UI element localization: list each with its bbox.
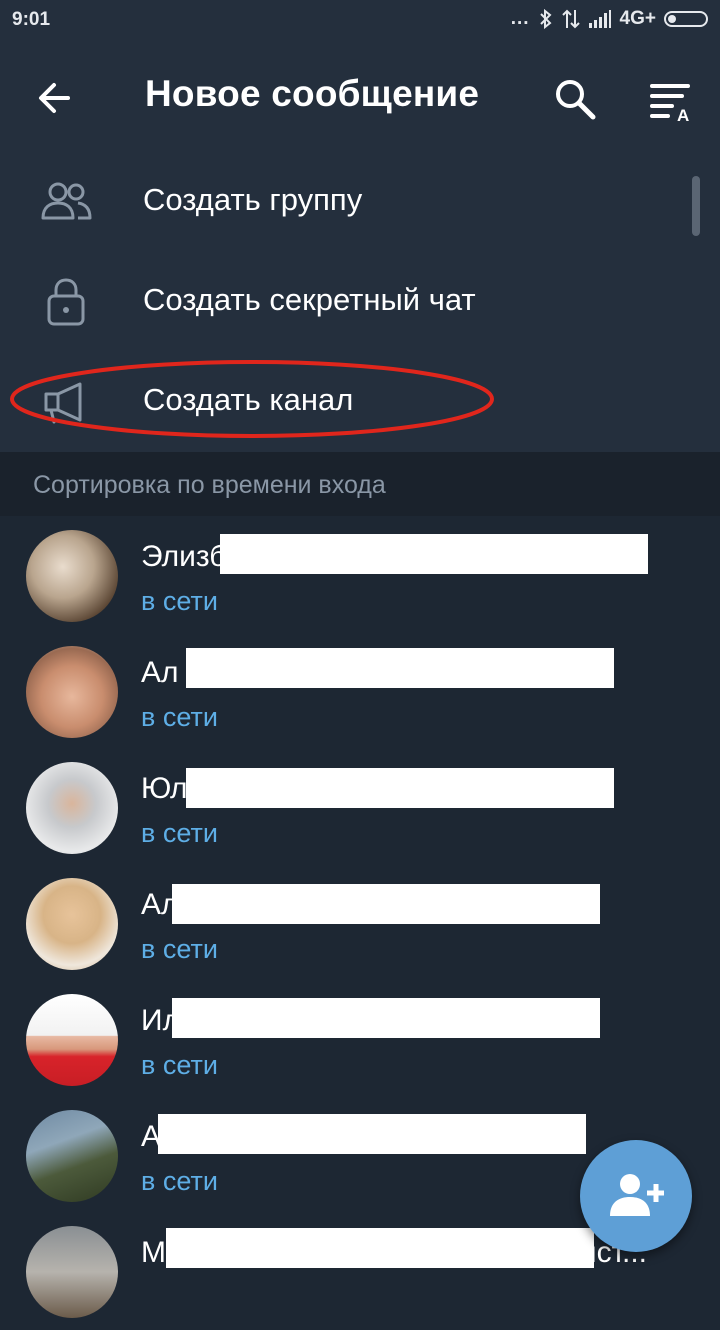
avatar [26, 1110, 118, 1202]
create-menu: Создать группу Создать секретный чат Соз… [0, 152, 720, 452]
avatar [26, 762, 118, 854]
redaction-box [172, 998, 600, 1038]
contact-status: в сети [141, 818, 218, 848]
sort-section-label: Сортировка по времени входа [33, 471, 386, 499]
contact-row[interactable]: Юл в сети [0, 750, 720, 866]
redaction-box [166, 1228, 594, 1268]
contact-row[interactable]: Ал в сети [0, 866, 720, 982]
scrollbar[interactable] [692, 176, 700, 236]
avatar [26, 646, 118, 738]
redaction-box [186, 768, 614, 808]
create-group-item[interactable]: Создать группу [0, 152, 720, 252]
create-channel-item[interactable]: Создать канал [0, 352, 720, 452]
megaphone-icon [44, 382, 82, 424]
add-contact-button[interactable] [580, 1140, 692, 1252]
contact-status: в сети [141, 702, 218, 732]
contact-status: в сети [141, 934, 218, 964]
contact-row[interactable]: Ил в сети [0, 982, 720, 1098]
status-icons: ... 4G+ [511, 8, 708, 30]
avatar [26, 878, 118, 970]
sort-alpha-icon[interactable]: A [646, 78, 696, 122]
add-contact-icon [610, 1174, 664, 1216]
contact-row[interactable]: Ал в сети [0, 634, 720, 750]
contact-row[interactable]: Элизб в сети [0, 518, 720, 634]
contact-name: Ал [141, 656, 179, 689]
redaction-box [186, 648, 614, 688]
redaction-box [220, 534, 648, 574]
bluetooth-icon [539, 8, 552, 30]
status-bar: 9:01 ... 4G+ [0, 0, 720, 40]
battery-icon [664, 11, 708, 27]
group-icon [41, 182, 92, 220]
redaction-box [158, 1114, 586, 1154]
svg-text:A: A [677, 106, 689, 122]
contact-name: Юл [141, 772, 188, 805]
avatar [26, 994, 118, 1086]
avatar [26, 530, 118, 622]
create-group-label: Создать группу [143, 182, 363, 217]
lock-icon [47, 278, 85, 326]
redaction-box [172, 884, 600, 924]
more-notifications-indicator: ... [510, 8, 530, 29]
contact-status: в сети [141, 1166, 218, 1196]
contact-name: М [141, 1236, 166, 1269]
status-time: 9:01 [12, 9, 51, 30]
create-channel-label: Создать канал [143, 382, 354, 417]
contact-status: в сети [141, 1050, 218, 1080]
avatar [26, 1226, 118, 1318]
search-icon[interactable] [552, 76, 598, 122]
app-bar: Новое сообщение A [0, 40, 720, 152]
create-secret-chat-item[interactable]: Создать секретный чат [0, 252, 720, 352]
signal-icon [588, 10, 611, 28]
contact-name: Элизб [141, 540, 227, 573]
data-transfer-icon [561, 9, 580, 29]
back-arrow-icon[interactable] [34, 76, 78, 120]
page-title: Новое сообщение [145, 73, 480, 114]
create-secret-chat-label: Создать секретный чат [143, 282, 476, 317]
contact-status: в сети [141, 586, 218, 616]
section-header: Сортировка по времени входа [0, 452, 720, 516]
network-type: 4G+ [619, 8, 656, 29]
